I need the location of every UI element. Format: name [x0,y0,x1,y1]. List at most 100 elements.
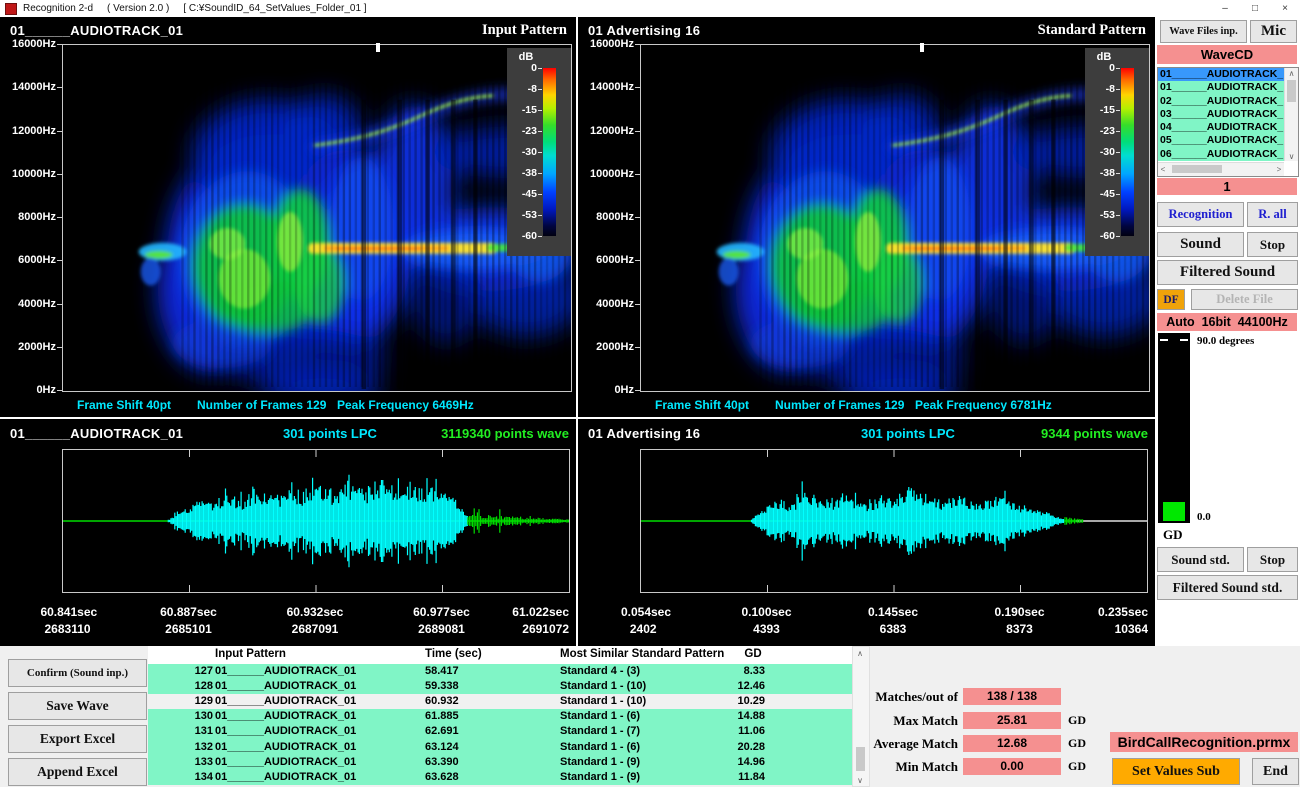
freq-tick-label: 10000Hz [578,167,634,181]
table-row[interactable]: 12801______AUDIOTRACK_0159.338Standard 1… [148,679,852,694]
list-item[interactable]: 05______AUDIOTRACK_ [1158,134,1284,147]
table-row[interactable]: 13301______AUDIOTRACK_0163.390Standard 1… [148,755,852,770]
table-row[interactable]: 13001______AUDIOTRACK_0161.885Standard 1… [148,709,852,724]
table-cell: 60.932 [425,694,459,709]
matches-label: Matches/out of [758,688,958,705]
scroll-up-icon[interactable]: ∧ [1285,68,1298,78]
parameter-file-label: BirdCallRecognition.prmx [1110,732,1298,752]
freq-tick [635,44,640,45]
db-tick [538,194,542,195]
maximize-icon[interactable]: □ [1240,0,1270,17]
sound-std-button[interactable]: Sound std. [1157,547,1244,572]
table-cell: Standard 1 - (10) [560,694,646,709]
db-tick [1116,110,1120,111]
table-cell: 11.06 [703,724,765,739]
time-tick-label: 60.841sec [40,605,97,619]
table-cell: 01______AUDIOTRACK_01 [215,709,356,724]
standard-spectrogram-panel: 01 Advertising 16 Standard Pattern 16000… [578,17,1155,417]
db-tick [538,89,542,90]
scroll-down-icon[interactable]: ∨ [1285,151,1298,161]
table-row[interactable]: 13401______AUDIOTRACK_0163.628Standard 1… [148,770,852,785]
wave-files-input-button[interactable]: Wave Files inp. [1160,20,1247,43]
meter-level-bar [1163,502,1185,521]
freq-tick [635,390,640,391]
mic-button[interactable]: Mic [1250,20,1297,43]
list-item[interactable]: 04______AUDIOTRACK_ [1158,121,1284,134]
sample-tick-label: 4393 [753,622,780,636]
app-icon [5,3,17,15]
scrollbar-thumb[interactable] [1287,80,1296,102]
freq-tick [57,217,62,218]
table-cell: Standard 1 - (7) [560,724,640,739]
scroll-down-icon[interactable]: ∨ [853,774,867,786]
list-item[interactable]: 01______AUDIOTRACK_ [1158,68,1284,81]
scroll-left-icon[interactable]: < [1158,163,1168,175]
input-spectrogram-panel: 01______AUDIOTRACK_01 Input Pattern 1600… [0,17,576,417]
sidebar: Wave Files inp. Mic WaveCD 01______AUDIO… [1155,17,1300,646]
db-tick-label: -8 [509,83,537,95]
table-cell: 127 [168,664,213,679]
filtered-sound-button[interactable]: Filtered Sound [1157,260,1298,285]
minimize-icon[interactable]: – [1210,0,1240,17]
append-excel-button[interactable]: Append Excel [8,758,147,786]
input-spectrogram-title: 01______AUDIOTRACK_01 [10,23,183,38]
freq-tick-label: 14000Hz [578,80,634,94]
table-row[interactable]: 12901______AUDIOTRACK_0160.932Standard 1… [148,694,852,709]
db-tick-label: -45 [1087,188,1115,200]
table-cell: 62.691 [425,724,459,739]
list-item[interactable]: 03______AUDIOTRACK_ [1158,108,1284,121]
db-tick-label: -15 [509,104,537,116]
table-row[interactable]: 12701______AUDIOTRACK_0158.417Standard 4… [148,664,852,679]
window-version: ( Version 2.0 ) [107,3,169,14]
list-vertical-scrollbar[interactable]: ∧ ∨ [1284,68,1298,161]
export-excel-button[interactable]: Export Excel [8,725,147,753]
input-waveform-plot[interactable] [62,449,570,593]
list-item[interactable]: 06______AUDIOTRACK_ [1158,148,1284,161]
table-cell: Standard 1 - (9) [560,770,640,785]
standard-waveform-plot[interactable] [640,449,1148,593]
df-button[interactable]: DF [1157,289,1185,310]
scroll-up-icon[interactable]: ∧ [853,647,867,659]
wave-file-list[interactable]: 01______AUDIOTRACK_01______AUDIOTRACK_02… [1157,67,1299,177]
close-icon[interactable]: × [1270,0,1300,17]
results-table[interactable]: Input Pattern Time (sec) Most Similar St… [148,646,852,785]
min-match-label: Min Match [758,758,958,775]
table-row[interactable]: 13101______AUDIOTRACK_0162.691Standard 1… [148,724,852,739]
table-cell: 10.29 [703,694,765,709]
scrollbar-thumb[interactable] [1172,165,1222,173]
list-item[interactable]: 02______AUDIOTRACK_ [1158,95,1284,108]
scroll-right-icon[interactable]: > [1274,163,1284,175]
freq-tick [57,260,62,261]
set-values-sub-button[interactable]: Set Values Sub [1112,758,1240,785]
stop-button[interactable]: Stop [1247,232,1298,257]
stop-std-button[interactable]: Stop [1247,547,1298,572]
time-tick-label: 61.022sec [512,605,569,619]
db-tick-label: 0 [1087,62,1115,74]
window-path: [ C:¥SoundID_64_SetValues_Folder_01 ] [183,3,366,14]
standard-spectrogram-plot[interactable] [640,44,1150,392]
average-match-value: 12.68 [963,735,1061,752]
wave-points-label: 9344 points wave [1041,426,1148,441]
list-horizontal-scrollbar[interactable]: < > [1158,162,1284,176]
meter-tick [1180,339,1188,341]
list-item[interactable]: 01______AUDIOTRACK_ [1158,81,1284,94]
filtered-sound-std-button[interactable]: Filtered Sound std. [1157,575,1298,600]
input-spectrogram-plot[interactable] [62,44,572,392]
recognize-all-button[interactable]: R. all [1247,202,1298,227]
freq-tick-label: 16000Hz [578,37,634,51]
table-cell: 132 [168,740,213,755]
sample-tick-label: 2402 [630,622,657,636]
save-wave-button[interactable]: Save Wave [8,692,147,720]
end-button[interactable]: End [1252,758,1299,785]
recognition-button[interactable]: Recognition [1157,202,1244,227]
table-cell: 59.338 [425,679,459,694]
db-tick [1116,194,1120,195]
sound-button[interactable]: Sound [1157,232,1244,257]
sample-tick-label: 2691072 [522,622,569,636]
meter-max-label: 90.0 degrees [1197,335,1254,347]
db-tick-label: -38 [509,167,537,179]
table-row[interactable]: 13201______AUDIOTRACK_0163.124Standard 1… [148,740,852,755]
delete-file-button[interactable]: Delete File [1191,289,1298,310]
confirm-sound-input-button[interactable]: Confirm (Sound inp.) [8,659,147,687]
freq-tick-label: 0Hz [578,383,634,397]
